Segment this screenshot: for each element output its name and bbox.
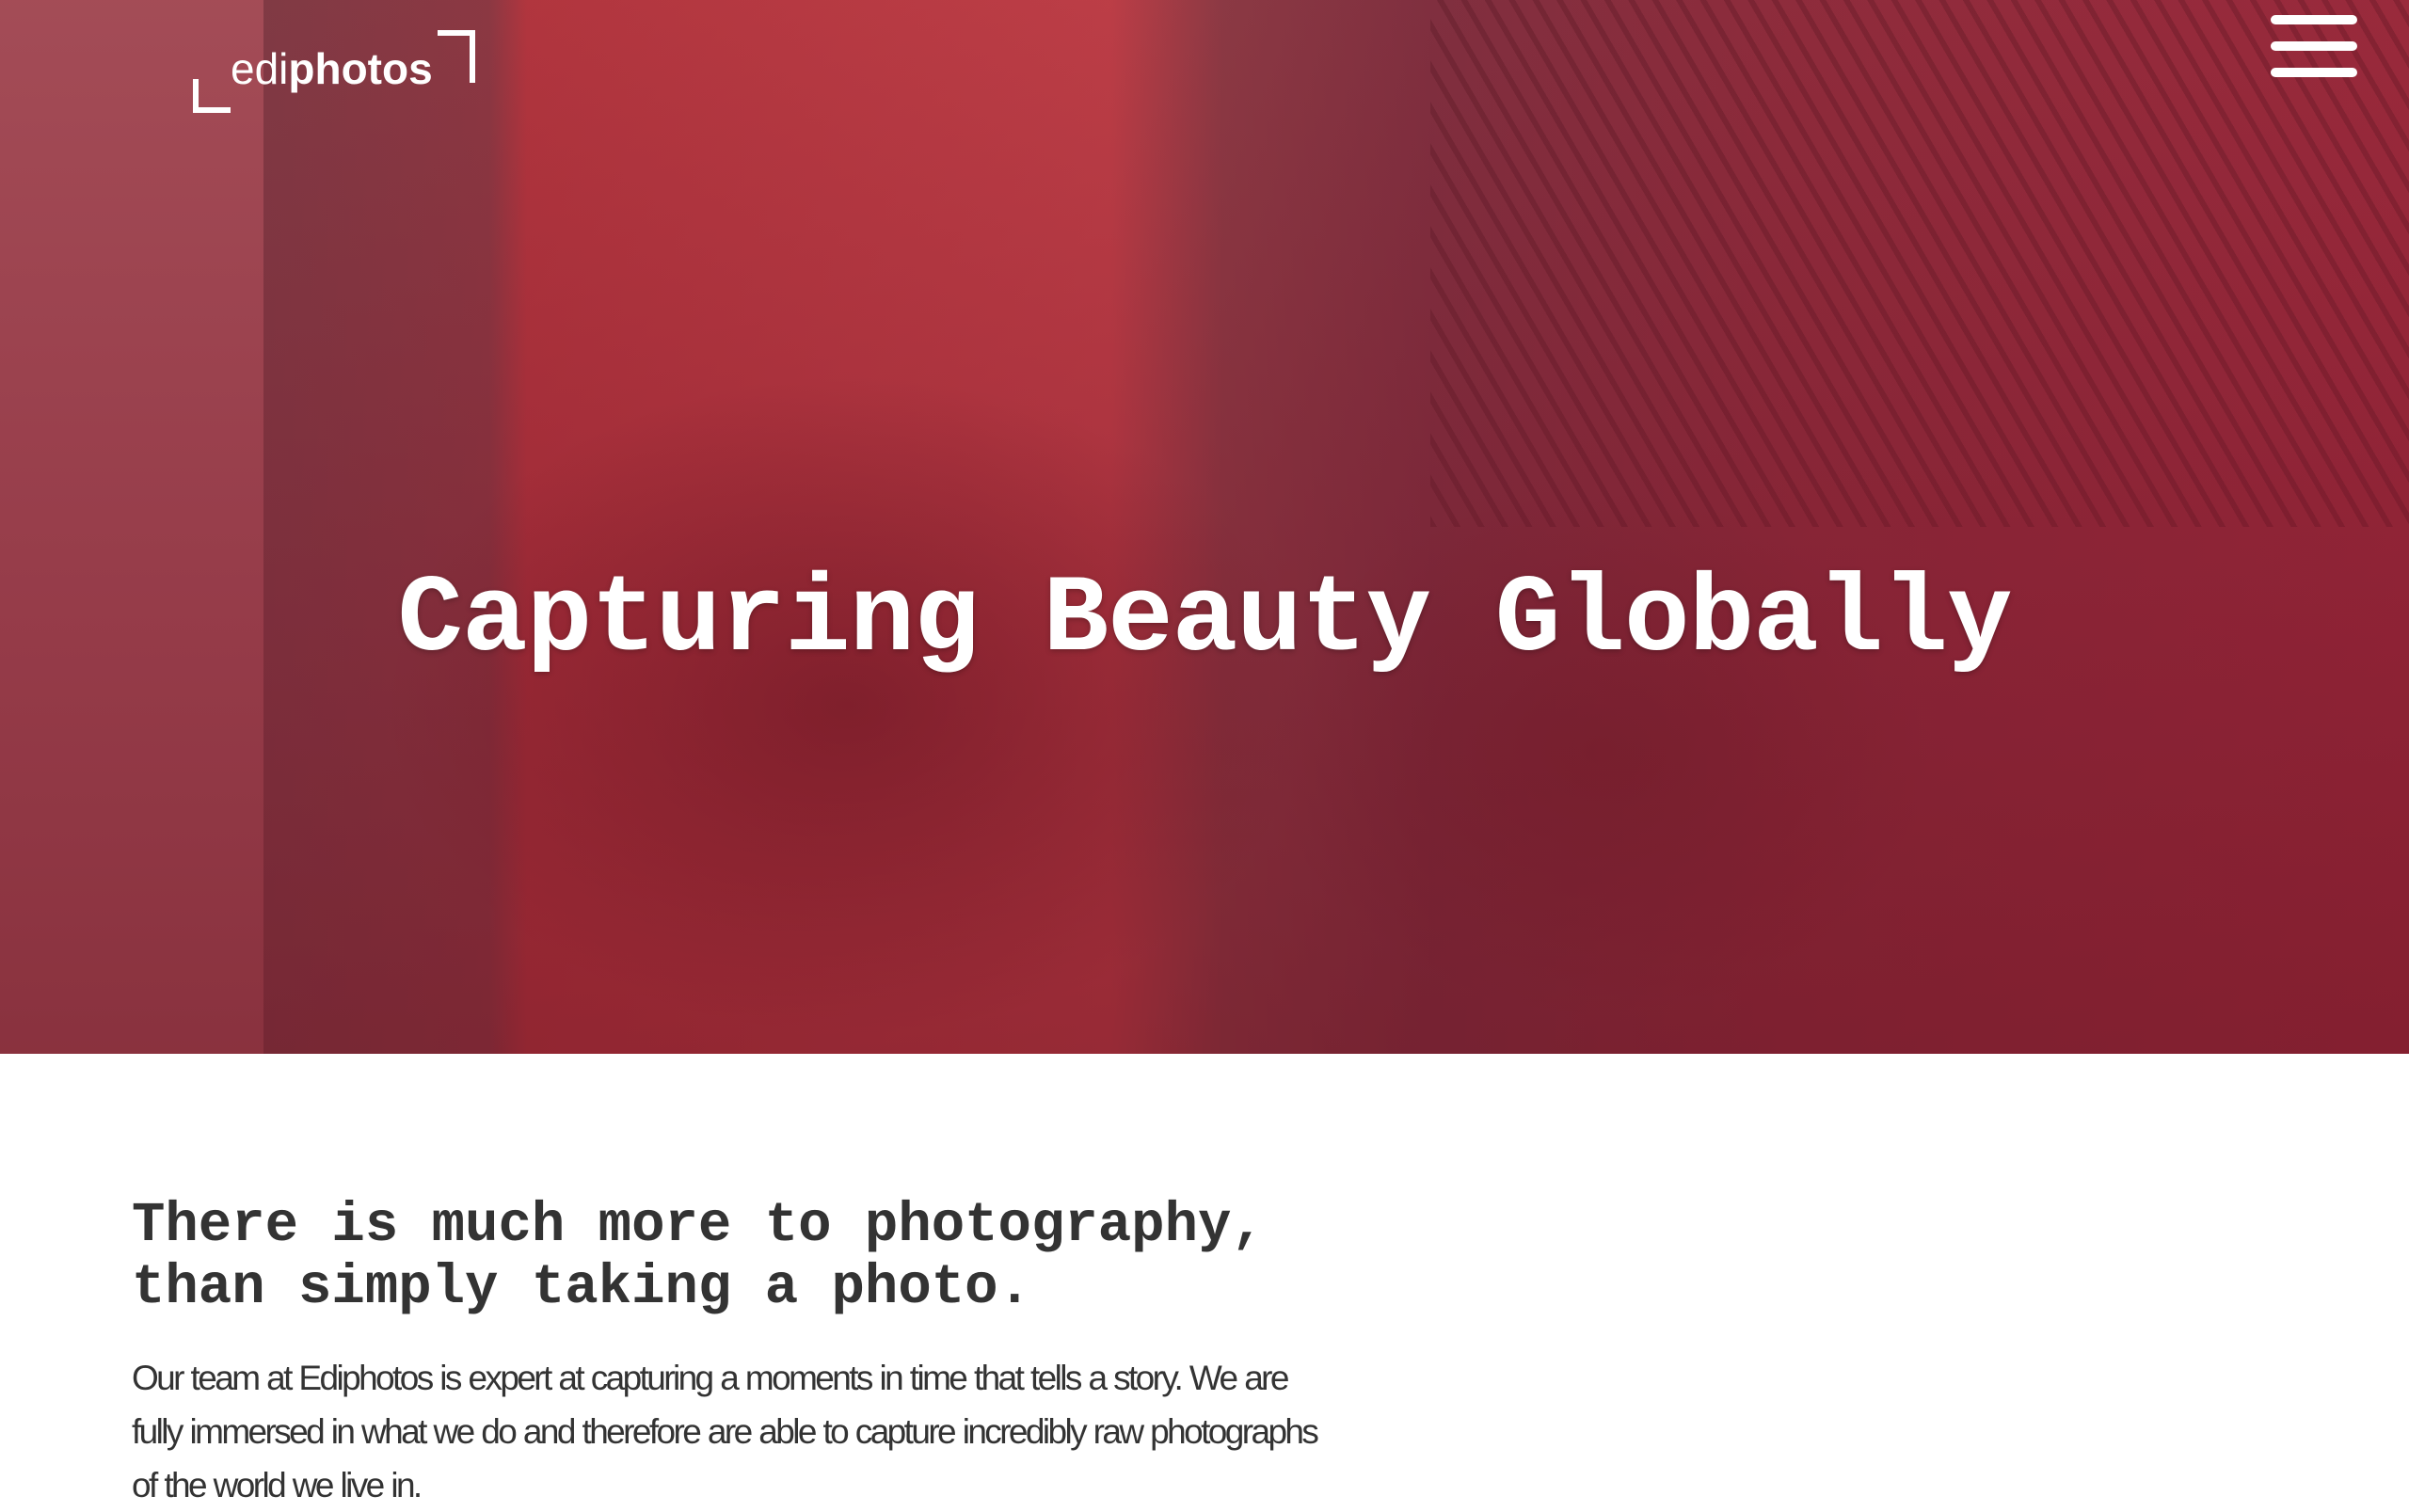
hamburger-icon-bar xyxy=(2271,41,2357,51)
intro-body: Our team at Ediphotos is expert at captu… xyxy=(132,1359,1319,1504)
intro-heading-line: than simply taking a photo. xyxy=(132,1256,1031,1319)
logo-link[interactable]: ediphotos xyxy=(193,30,475,119)
hero-background-texture xyxy=(1430,0,2409,527)
logo-wordmark: ediphotos xyxy=(231,43,433,94)
hamburger-icon-bar xyxy=(2271,68,2357,77)
intro-heading-line: There is much more to photography, xyxy=(132,1194,1265,1257)
logo-text-bold: photos xyxy=(288,44,433,93)
hero-banner xyxy=(0,0,2409,1054)
intro-heading: There is much more to photography, than … xyxy=(132,1195,1346,1319)
logo-bracket-top-right xyxy=(438,30,475,83)
hero-title: Capturing Beauty Globally xyxy=(397,557,2012,682)
hamburger-menu-button[interactable] xyxy=(2271,15,2357,77)
hamburger-icon-bar xyxy=(2271,15,2357,24)
intro-section: There is much more to photography, than … xyxy=(132,1195,1346,1512)
logo-text-light: edi xyxy=(231,44,289,93)
logo-bracket-bottom-left xyxy=(193,79,231,113)
